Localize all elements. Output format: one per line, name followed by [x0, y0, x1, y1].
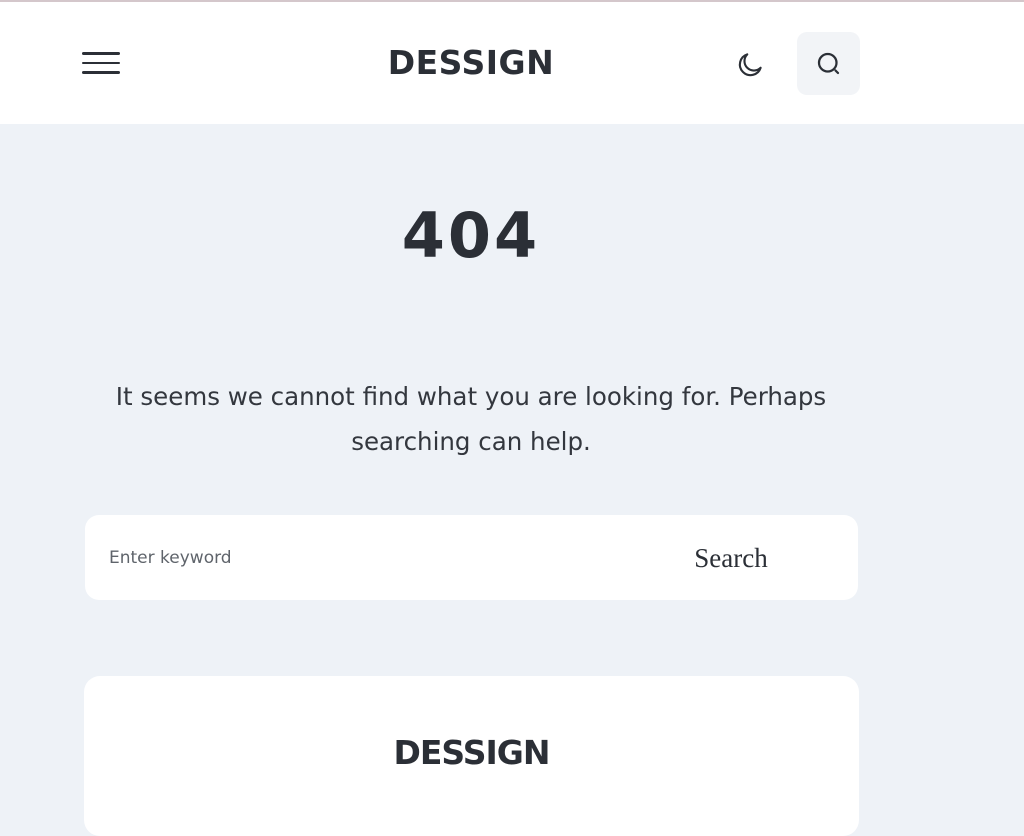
hamburger-menu-icon-line [82, 71, 120, 74]
search-submit-button[interactable]: Search [671, 535, 791, 581]
hamburger-menu-icon-line [82, 61, 120, 65]
hamburger-menu-icon [82, 52, 120, 55]
search-form: Search [85, 515, 858, 600]
header-search-button[interactable] [797, 32, 860, 95]
site-header: DESSIGN [0, 2, 1024, 124]
footer-card: DESSIGN [84, 676, 859, 836]
error-code: 404 [401, 199, 541, 272]
site-title-link[interactable]: DESSIGN [340, 42, 602, 84]
theme-toggle-button[interactable] [730, 45, 770, 85]
search-input[interactable] [109, 539, 629, 577]
error-message: It seems we cannot find what you are loo… [115, 382, 827, 456]
menu-button[interactable] [78, 46, 124, 80]
footer-logo[interactable]: DESSIGN [84, 732, 859, 774]
search-icon [817, 52, 839, 74]
moon-icon [738, 53, 762, 77]
